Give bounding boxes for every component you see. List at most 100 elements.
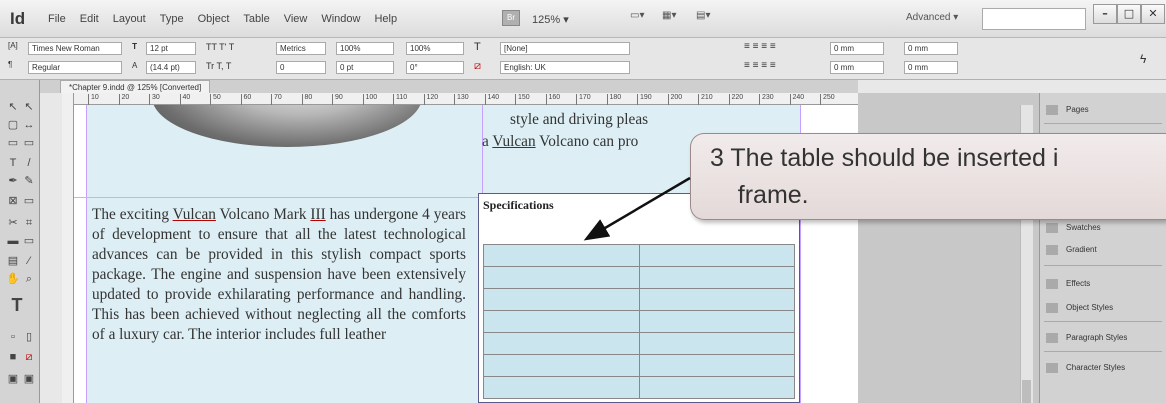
content-collector-icon[interactable]: ▭ bbox=[6, 136, 20, 150]
specifications-table[interactable] bbox=[483, 244, 795, 399]
table-cell[interactable] bbox=[638, 376, 795, 399]
pencil-tool-icon[interactable]: ✎ bbox=[22, 174, 36, 188]
table-cell[interactable] bbox=[483, 266, 640, 289]
panel-pages[interactable]: Pages bbox=[1046, 101, 1161, 119]
first-line-indent-field[interactable]: 0 mm bbox=[830, 61, 884, 74]
screen-mode-icon[interactable]: ▦▾ bbox=[662, 10, 690, 26]
workspace-switcher[interactable]: Advanced ▾ bbox=[906, 12, 958, 23]
menu-help[interactable]: Help bbox=[374, 13, 397, 25]
table-cell[interactable] bbox=[483, 376, 640, 399]
direct-selection-tool-icon[interactable]: ↖ bbox=[22, 100, 36, 114]
free-transform-tool-icon[interactable]: ⌗ bbox=[22, 216, 36, 230]
table-cell[interactable] bbox=[483, 244, 640, 267]
minimize-button[interactable]: – bbox=[1093, 4, 1117, 24]
paragraph-mode-icon[interactable]: ¶ bbox=[8, 60, 12, 69]
left-indent-field[interactable]: 0 mm bbox=[830, 42, 884, 55]
font-family-field[interactable]: Times New Roman bbox=[28, 42, 122, 55]
zoom-tool-icon[interactable]: ⌕ bbox=[22, 272, 36, 286]
vertical-ruler[interactable] bbox=[62, 93, 74, 403]
gradient-feather-tool-icon[interactable]: ▭ bbox=[22, 234, 36, 248]
normal-view-icon[interactable]: ▣ bbox=[6, 372, 20, 386]
tracking-field[interactable]: 0 bbox=[276, 61, 326, 74]
all-caps-icon[interactable]: TT T' T bbox=[206, 42, 234, 52]
panel-gradient[interactable]: Gradient bbox=[1046, 241, 1161, 259]
justify-icon[interactable]: ≡ ≡ ≡ ≡ bbox=[744, 60, 776, 71]
eyedropper-tool-icon[interactable]: ⁄ bbox=[22, 254, 36, 268]
type-tool-icon[interactable]: T bbox=[6, 156, 20, 170]
specifications-text-frame[interactable]: Specifications bbox=[478, 193, 800, 403]
table-cell[interactable] bbox=[638, 288, 795, 311]
space-after-field[interactable]: 0 mm bbox=[904, 61, 958, 74]
stroke-none-icon[interactable]: ⧄ bbox=[474, 60, 481, 73]
underline-icon[interactable]: Tr T, T bbox=[206, 61, 231, 71]
rectangle-frame-tool-icon[interactable]: ⊠ bbox=[6, 194, 20, 208]
search-input[interactable] bbox=[982, 8, 1086, 30]
menu-type[interactable]: Type bbox=[160, 13, 184, 25]
menu-layout[interactable]: Layout bbox=[113, 13, 146, 25]
formatting-affects-text-icon[interactable]: T bbox=[6, 294, 28, 316]
character-mode-icon[interactable]: [A] bbox=[8, 41, 18, 50]
panel-menu-icon[interactable]: ϟ bbox=[1140, 52, 1146, 66]
menu-table[interactable]: Table bbox=[243, 13, 269, 25]
pen-tool-icon[interactable]: ✒ bbox=[6, 174, 20, 188]
table-cell[interactable] bbox=[638, 332, 795, 355]
close-button[interactable]: ✕ bbox=[1141, 4, 1165, 24]
view-options-icon[interactable]: ▭▾ bbox=[630, 10, 658, 26]
content-placer-icon[interactable]: ▭ bbox=[22, 136, 36, 150]
panel-paragraph-styles[interactable]: Paragraph Styles bbox=[1046, 329, 1161, 347]
language-field[interactable]: English: UK bbox=[500, 61, 630, 74]
skew-field[interactable]: 0° bbox=[406, 61, 464, 74]
maximize-button[interactable]: □ bbox=[1117, 4, 1141, 24]
space-before-field[interactable]: 0 mm bbox=[904, 42, 958, 55]
table-cell[interactable] bbox=[483, 310, 640, 333]
gap-tool-icon[interactable]: ↔ bbox=[22, 118, 36, 132]
table-cell[interactable] bbox=[638, 266, 795, 289]
panel-character-styles[interactable]: Character Styles bbox=[1046, 359, 1161, 377]
scissors-tool-icon[interactable]: ✂ bbox=[6, 216, 20, 230]
align-left-icon[interactable]: ≡ ≡ ≡ ≡ bbox=[744, 41, 776, 52]
font-style-field[interactable]: Regular bbox=[28, 61, 122, 74]
page-tool-icon[interactable]: ▢ bbox=[6, 118, 20, 132]
selection-tool-icon[interactable]: ↖ bbox=[6, 100, 20, 114]
table-cell[interactable] bbox=[483, 288, 640, 311]
menu-object[interactable]: Object bbox=[198, 13, 230, 25]
horizontal-scale-field[interactable]: 100% bbox=[406, 42, 464, 55]
fill-text-icon[interactable]: T bbox=[474, 41, 481, 53]
preview-view-icon[interactable]: ▣ bbox=[22, 372, 36, 386]
scrollbar-thumb[interactable] bbox=[1022, 380, 1031, 403]
font-size-field[interactable]: 12 pt bbox=[146, 42, 196, 55]
leading-field[interactable]: (14.4 pt) bbox=[146, 61, 196, 74]
apply-none-icon[interactable]: ⧄ bbox=[22, 350, 36, 364]
kerning-field[interactable]: Metrics bbox=[276, 42, 326, 55]
document-tab-bar: *Chapter 9.indd @ 125% [Converted] bbox=[40, 80, 858, 93]
arrange-documents-icon[interactable]: ▤▾ bbox=[696, 10, 724, 26]
note-tool-icon[interactable]: ▤ bbox=[6, 254, 20, 268]
view-mode-icon[interactable]: ▯ bbox=[22, 330, 36, 344]
menu-window[interactable]: Window bbox=[321, 13, 360, 25]
panel-effects[interactable]: Effects bbox=[1046, 275, 1161, 293]
zoom-level-dropdown[interactable]: 125% ▾ bbox=[532, 13, 569, 26]
vertical-scale-field[interactable]: 100% bbox=[336, 42, 394, 55]
baseline-shift-field[interactable]: 0 pt bbox=[336, 61, 394, 74]
apply-color-icon[interactable]: ■ bbox=[6, 350, 20, 364]
gradient-swatch-tool-icon[interactable]: ▬ bbox=[6, 234, 20, 248]
horizontal-ruler[interactable]: 10 20 30 40 50 60 70 80 90 100 110 120 130 140 150 160 1… bbox=[74, 93, 858, 105]
table-cell[interactable] bbox=[638, 354, 795, 377]
menu-file[interactable]: File bbox=[48, 13, 66, 25]
panel-swatches[interactable]: Swatches bbox=[1046, 219, 1161, 237]
table-cell[interactable] bbox=[483, 354, 640, 377]
table-cell[interactable] bbox=[638, 310, 795, 333]
panel-object-styles[interactable]: Object Styles bbox=[1046, 299, 1161, 317]
hand-tool-icon[interactable]: ✋ bbox=[6, 272, 20, 286]
character-style-field[interactable]: [None] bbox=[500, 42, 630, 55]
menu-edit[interactable]: Edit bbox=[80, 13, 99, 25]
swap-fill-stroke-icon[interactable]: ▫ bbox=[6, 330, 20, 344]
menu-view[interactable]: View bbox=[284, 13, 308, 25]
table-cell[interactable] bbox=[483, 332, 640, 355]
body-text-frame[interactable]: The exciting Vulcan Volcano Mark III has… bbox=[92, 205, 466, 345]
table-cell[interactable] bbox=[638, 244, 795, 267]
bridge-button[interactable]: Br bbox=[502, 10, 520, 26]
line-tool-icon[interactable]: / bbox=[22, 156, 36, 170]
rectangle-tool-icon[interactable]: ▭ bbox=[22, 194, 36, 208]
document-tab[interactable]: *Chapter 9.indd @ 125% [Converted] bbox=[60, 80, 211, 93]
